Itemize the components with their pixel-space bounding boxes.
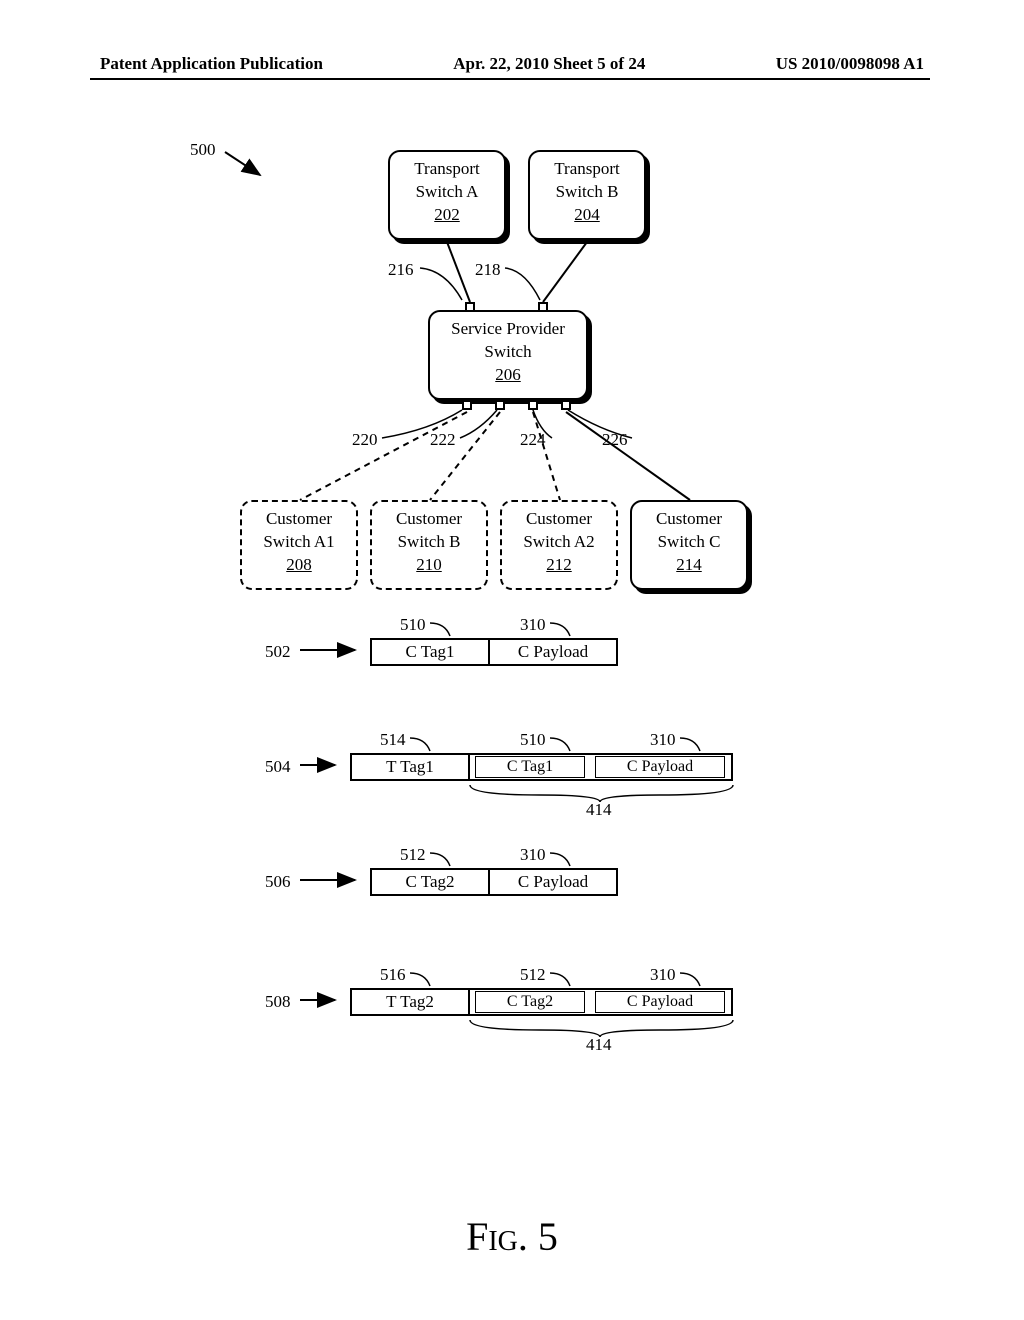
lbl-512-a: 512: [400, 845, 426, 865]
ca2-ref: 212: [502, 554, 616, 577]
header-left: Patent Application Publication: [100, 54, 323, 74]
lbl-516: 516: [380, 965, 406, 985]
port-220: [462, 400, 472, 410]
cell-cpayload-b: C Payload: [595, 756, 725, 778]
figure-caption: Fig. 5: [0, 1213, 1024, 1260]
transport-switch-a: Transport Switch A 202: [388, 150, 506, 240]
cc-ref: 214: [632, 554, 746, 577]
cell-ctag2-b: C Tag2: [475, 991, 585, 1013]
ref-500: 500: [190, 140, 216, 160]
cc-l2: Switch C: [632, 531, 746, 554]
ca1-l2: Switch A1: [242, 531, 356, 554]
cell-ttag1: T Tag1: [350, 753, 470, 781]
customer-switch-a2: Customer Switch A2 212: [500, 500, 618, 590]
sp-l2: Switch: [430, 341, 586, 364]
ref-220: 220: [352, 430, 378, 450]
cb-l1: Customer: [372, 508, 486, 531]
cb-ref: 210: [372, 554, 486, 577]
lbl-512-b: 512: [520, 965, 546, 985]
lbl-310-c: 310: [520, 845, 546, 865]
transport-switch-b: Transport Switch B 204: [528, 150, 646, 240]
sp-l1: Service Provider: [430, 318, 586, 341]
transport-a-ref: 202: [390, 204, 504, 227]
customer-switch-a1: Customer Switch A1 208: [240, 500, 358, 590]
port-224: [528, 400, 538, 410]
page-header: Patent Application Publication Apr. 22, …: [0, 54, 1024, 74]
ref-504: 504: [265, 757, 291, 777]
cell-cpayload-a: C Payload: [488, 638, 618, 666]
transport-b-l1: Transport: [530, 158, 644, 181]
ca2-l1: Customer: [502, 508, 616, 531]
fig-text: Fig. 5: [466, 1214, 558, 1259]
lbl-510-a: 510: [400, 615, 426, 635]
ref-218: 218: [475, 260, 501, 280]
sp-ref: 206: [430, 364, 586, 387]
header-center: Apr. 22, 2010 Sheet 5 of 24: [453, 54, 645, 74]
lbl-310-b: 310: [650, 730, 676, 750]
cb-l2: Switch B: [372, 531, 486, 554]
customer-switch-b: Customer Switch B 210: [370, 500, 488, 590]
cc-l1: Customer: [632, 508, 746, 531]
header-right: US 2010/0098098 A1: [776, 54, 924, 74]
header-rule: [90, 78, 930, 80]
ca2-l2: Switch A2: [502, 531, 616, 554]
transport-a-l2: Switch A: [390, 181, 504, 204]
lbl-514: 514: [380, 730, 406, 750]
customer-switch-c: Customer Switch C 214: [630, 500, 748, 590]
cell-ctag1-a: C Tag1: [370, 638, 490, 666]
cell-cpayload-c: C Payload: [488, 868, 618, 896]
service-provider-switch: Service Provider Switch 206: [428, 310, 588, 400]
cell-ttag2: T Tag2: [350, 988, 470, 1016]
ref-506: 506: [265, 872, 291, 892]
cell-cpayload-d: C Payload: [595, 991, 725, 1013]
cell-ctag2-a: C Tag2: [370, 868, 490, 896]
lbl-310-a: 310: [520, 615, 546, 635]
ref-508: 508: [265, 992, 291, 1012]
cell-ctag1-b: C Tag1: [475, 756, 585, 778]
transport-b-ref: 204: [530, 204, 644, 227]
diagram-area: 500 Transport Switch A 202 Transport Swi…: [0, 130, 1024, 1150]
ca1-ref: 208: [242, 554, 356, 577]
lbl-310-d: 310: [650, 965, 676, 985]
transport-a-l1: Transport: [390, 158, 504, 181]
ca1-l1: Customer: [242, 508, 356, 531]
transport-b-l2: Switch B: [530, 181, 644, 204]
ref-226: 226: [602, 430, 628, 450]
ref-222: 222: [430, 430, 456, 450]
port-226: [561, 400, 571, 410]
port-222: [495, 400, 505, 410]
lbl-414-b: 414: [586, 1035, 612, 1055]
ref-502: 502: [265, 642, 291, 662]
ref-216: 216: [388, 260, 414, 280]
lbl-414-a: 414: [586, 800, 612, 820]
lbl-510-b: 510: [520, 730, 546, 750]
ref-224: 224: [520, 430, 546, 450]
